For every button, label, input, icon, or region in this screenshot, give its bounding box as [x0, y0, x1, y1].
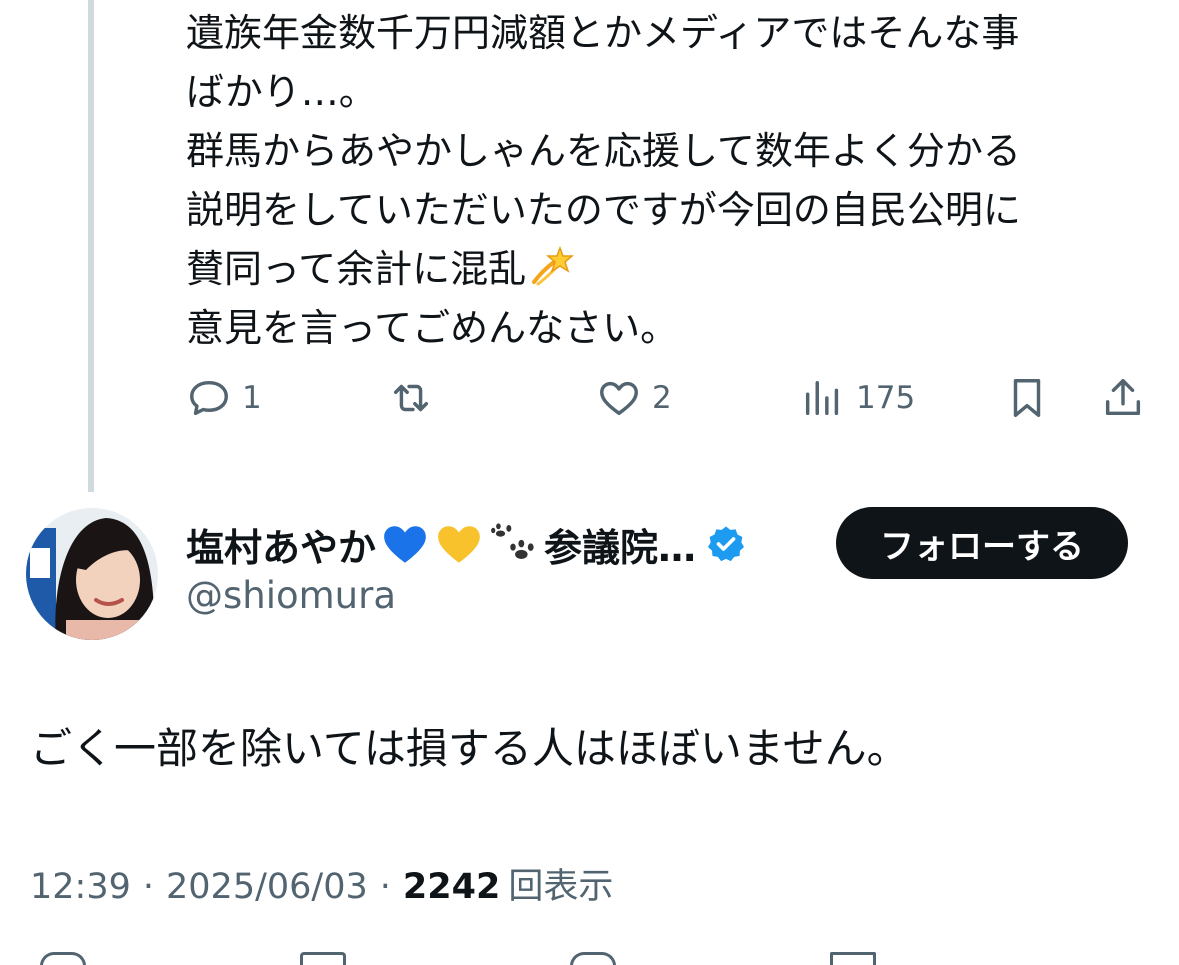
reply-line: 賛同って余計に混乱 [186, 247, 527, 291]
tweet-text: ごく一部を除いては損する人はほぼいません。 [30, 724, 909, 773]
views-button[interactable]: 175 [800, 375, 915, 421]
retweet-icon [393, 384, 429, 412]
tweet-date[interactable]: 2025/06/03 [166, 867, 368, 907]
blue-heart-emoji [384, 526, 426, 563]
reply-line: ばかり…。 [186, 70, 377, 114]
reply-line: 遺族年金数千万円減額とかメディアではそんな事 [186, 11, 1020, 55]
paw-prints-emoji [491, 523, 534, 559]
meta-separator: · [142, 867, 155, 907]
like-count: 2 [652, 380, 672, 416]
share-icon [1105, 379, 1141, 416]
reply-tweet-text: 遺族年金数千万円減額とかメディアではそんな事 ばかり…。 群馬からあやかしゃんを… [186, 4, 1146, 358]
dizzy-emoji [532, 245, 575, 286]
tweet-metadata: 12:39 · 2025/06/03 · 2242 回表示 [30, 858, 613, 909]
author-handle[interactable]: @shiomura [186, 574, 396, 617]
author-name-row[interactable]: 塩村あやか 参議院… [186, 512, 746, 576]
reply-line-with-emoji: 賛同って余計に混乱 [186, 240, 1146, 299]
tweet-action-bar-partial [0, 950, 1179, 965]
reply-action-bar: 1 2 175 [0, 375, 1179, 431]
tweet-views-label: 回表示 [508, 867, 614, 907]
bar-chart-icon [805, 380, 839, 416]
avatar-image [26, 508, 158, 640]
verified-badge-icon [708, 526, 745, 562]
reply-line: 意見を言ってごめんなさい。 [186, 306, 679, 350]
bookmark-button[interactable] [1004, 375, 1050, 421]
yellow-heart-emoji [438, 526, 480, 563]
author-avatar[interactable] [26, 508, 158, 640]
views-count: 175 [856, 380, 916, 416]
tweet-time[interactable]: 12:39 [30, 867, 131, 907]
bar-chart-icon[interactable] [830, 952, 876, 965]
author-title: 参議院… [544, 525, 697, 570]
reply-count: 1 [242, 380, 262, 416]
reply-line: 説明をしていただいたのですが今回の自民公明に [186, 188, 1021, 232]
share-button[interactable] [1100, 375, 1146, 421]
reply-button[interactable]: 1 [186, 375, 262, 421]
heart-icon [600, 381, 638, 416]
like-button[interactable]: 2 [596, 375, 672, 421]
tweet-views-count[interactable]: 2242 [403, 867, 500, 907]
bookmark-icon [1013, 379, 1041, 417]
heart-icon[interactable] [570, 952, 616, 965]
follow-button[interactable]: フォローする [836, 507, 1128, 579]
retweet-icon[interactable] [300, 952, 346, 965]
reply-line: 群馬からあやかしゃんを応援して数年よく分かる [186, 129, 1021, 173]
comment-icon[interactable] [40, 952, 86, 965]
meta-separator: · [379, 867, 391, 907]
author-display-name: 塩村あやか [186, 525, 377, 570]
comment-icon [190, 380, 228, 416]
retweet-button[interactable] [388, 375, 444, 421]
